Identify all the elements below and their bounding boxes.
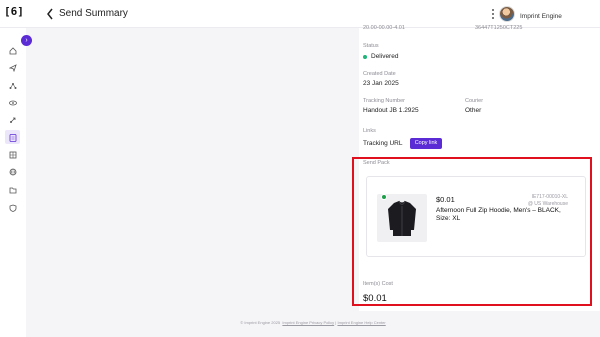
main-content: 20.00-00.00-4.01 36447T1250CT225 Status … bbox=[26, 25, 600, 337]
folder-icon[interactable] bbox=[7, 184, 19, 196]
top-bar: [6] Send Summary Imprint Engine bbox=[0, 0, 600, 28]
status-dot bbox=[363, 55, 367, 59]
back-arrow-icon[interactable] bbox=[45, 7, 55, 21]
footer: © Imprint Engine 2025 Imprint Engine Pri… bbox=[26, 320, 600, 325]
tracking-number-value: Handout JB 1.2925 bbox=[363, 107, 419, 114]
partial-date-value: 20.00-00.00-4.01 bbox=[363, 25, 405, 31]
home-icon[interactable] bbox=[7, 45, 19, 57]
partial-id-value: 36447T1250CT225 bbox=[475, 25, 523, 31]
app-logo[interactable]: [6] bbox=[4, 3, 24, 21]
avatar[interactable] bbox=[499, 6, 515, 22]
courier-value: Other bbox=[465, 107, 482, 114]
shield-icon[interactable] bbox=[7, 202, 19, 214]
send-icon[interactable] bbox=[7, 62, 19, 74]
created-date-label: Created Date bbox=[363, 71, 396, 77]
status-label: Status bbox=[363, 43, 379, 49]
globe-icon[interactable] bbox=[7, 166, 19, 178]
help-center-link[interactable]: Imprint Engine Help Center bbox=[337, 320, 385, 325]
more-options-icon[interactable] bbox=[491, 9, 495, 21]
copy-link-button[interactable]: Copy link bbox=[410, 138, 442, 149]
status-value: Delivered bbox=[371, 53, 399, 60]
clipboard-icon[interactable] bbox=[5, 130, 20, 144]
page-title: Send Summary bbox=[59, 8, 128, 19]
account-name[interactable]: Imprint Engine bbox=[520, 13, 562, 20]
rocket-icon[interactable] bbox=[7, 114, 19, 126]
tracking-url-label: Tracking URL bbox=[363, 140, 403, 147]
eye-icon[interactable] bbox=[7, 97, 19, 109]
box-icon[interactable] bbox=[7, 149, 19, 161]
expand-sidebar-button[interactable]: › bbox=[21, 35, 32, 46]
send-pack-highlight bbox=[352, 157, 592, 306]
links-label: Links bbox=[363, 128, 376, 134]
privacy-policy-link[interactable]: Imprint Engine Privacy Policy bbox=[282, 320, 334, 325]
tracking-number-label: Tracking Number bbox=[363, 98, 405, 104]
network-icon[interactable] bbox=[7, 80, 19, 92]
sidebar bbox=[0, 28, 26, 337]
courier-label: Courier bbox=[465, 98, 484, 104]
created-date-value: 23 Jan 2025 bbox=[363, 80, 399, 87]
footer-copyright: © Imprint Engine 2025 bbox=[240, 320, 281, 325]
